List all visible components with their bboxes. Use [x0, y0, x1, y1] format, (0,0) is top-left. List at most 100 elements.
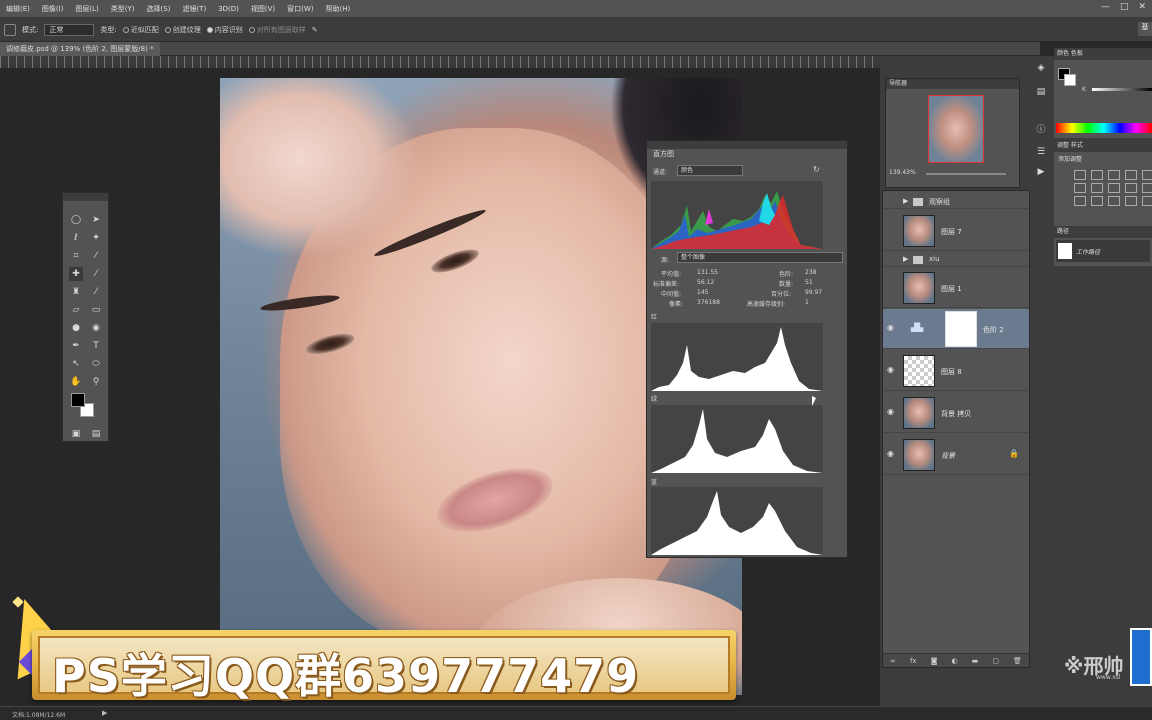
pen-icon[interactable]: ✒ [69, 339, 83, 353]
option-content-aware[interactable]: 内容识别 [206, 25, 243, 35]
close-icon[interactable]: ✕ [1138, 2, 1146, 12]
screen-mode-icon[interactable]: ▤ [89, 427, 103, 441]
curves-icon[interactable] [1108, 170, 1120, 180]
new-layer-icon[interactable]: ▢ [992, 657, 999, 665]
layer-row-selected[interactable]: ◉ ▟▙ 色阶 2 [883, 309, 1029, 349]
layer-row[interactable]: 图层 7 [883, 211, 1029, 251]
layer-row[interactable]: 图层 1 [883, 268, 1029, 308]
patch-icon[interactable]: ✚ [69, 267, 83, 281]
workspace-button[interactable]: 基 [1138, 22, 1152, 36]
mode-select[interactable]: 正常 [44, 23, 95, 36]
properties-toggle-icon[interactable]: ☰ [1035, 146, 1047, 158]
layer-group[interactable]: ▶ xiu [883, 253, 1029, 267]
histogram-tab[interactable]: 直方图 [649, 149, 689, 159]
source-select[interactable]: 整个图像 [677, 252, 843, 263]
menu-window[interactable]: 窗口(W) [281, 4, 319, 14]
color-balance-icon[interactable] [1091, 183, 1103, 193]
foreground-color-swatch[interactable] [71, 393, 85, 407]
fx-icon[interactable]: fx [910, 657, 917, 665]
blur-icon[interactable]: ● [69, 321, 83, 335]
chevron-right-icon[interactable]: ▶ [903, 255, 908, 263]
document-tab[interactable]: 调修磨皮.psd @ 139% (色阶 2, 图层蒙版/8) * [0, 42, 160, 56]
stamp-icon[interactable]: ♜ [69, 285, 83, 299]
posterize-icon[interactable] [1091, 196, 1103, 206]
layer-row[interactable]: ◉ 背景 🔒 [883, 435, 1029, 475]
maximize-icon[interactable]: □ [1120, 2, 1129, 12]
eye-icon[interactable]: ◉ [887, 323, 897, 333]
color-panel-tabs[interactable]: 颜色 色板 [1054, 48, 1152, 60]
magic-wand-icon[interactable]: ✦ [89, 231, 103, 245]
navigator-toggle-icon[interactable]: ◈ [1035, 62, 1047, 74]
history-brush-icon[interactable]: ⁄ [89, 285, 103, 299]
layer-mask-thumbnail[interactable] [945, 311, 977, 347]
new-group-icon[interactable]: ▬ [972, 657, 979, 665]
selective-color-icon[interactable] [1142, 196, 1152, 206]
shape-icon[interactable]: ⬭ [89, 357, 103, 371]
move-icon[interactable]: ➤ [89, 213, 103, 227]
eyedropper-icon[interactable]: ⁄ [89, 249, 103, 263]
menu-type[interactable]: 类型(Y) [105, 4, 141, 14]
brush-icon[interactable]: ⁄ [89, 267, 103, 281]
eye-icon[interactable]: ◉ [887, 365, 897, 375]
histogram-panel-header[interactable] [647, 141, 847, 149]
path-select-icon[interactable]: ↖ [69, 357, 83, 371]
menu-filter[interactable]: 滤镜(T) [176, 4, 212, 14]
levels-icon[interactable] [1091, 170, 1103, 180]
zoom-icon[interactable]: ⚲ [89, 375, 103, 389]
tool-preset-icon[interactable] [4, 23, 16, 36]
threshold-icon[interactable] [1108, 196, 1120, 206]
navigator-thumbnail[interactable] [928, 95, 984, 163]
navigator-zoom[interactable]: 139.43% [889, 169, 916, 176]
gradient-map-icon[interactable] [1125, 196, 1137, 206]
menu-help[interactable]: 帮助(H) [320, 4, 357, 14]
option-sample-all-layers[interactable]: 对所有图层取样 [248, 25, 306, 35]
menu-view[interactable]: 视图(V) [245, 4, 281, 14]
option-texture[interactable]: 创建纹理 [164, 25, 201, 35]
invert-icon[interactable] [1074, 196, 1086, 206]
add-mask-icon[interactable]: ◙ [931, 657, 938, 665]
menu-layer[interactable]: 图层(L) [69, 4, 104, 14]
vibrance-icon[interactable] [1142, 170, 1152, 180]
k-slider[interactable] [1092, 88, 1152, 91]
navigator-tab[interactable]: 导航器 [886, 79, 1019, 89]
brightness-icon[interactable] [1074, 170, 1086, 180]
adjustments-tabs[interactable]: 调整 样式 [1054, 140, 1152, 152]
channel-mixer-icon[interactable] [1142, 183, 1152, 193]
actions-toggle-icon[interactable]: ▶ [1035, 166, 1047, 178]
adjustment-layer-icon[interactable]: ◐ [951, 657, 957, 665]
layer-row[interactable]: ◉ 背景 拷贝 [883, 393, 1029, 433]
info-toggle-icon[interactable]: ⓘ [1035, 124, 1047, 136]
marquee-icon[interactable]: ◯ [69, 213, 83, 227]
color-background-swatch[interactable] [1064, 74, 1076, 86]
eye-icon[interactable]: ◉ [887, 449, 897, 459]
histogram-toggle-icon[interactable]: ▤ [1035, 86, 1047, 98]
crop-icon[interactable]: ⌗ [69, 249, 83, 263]
layer-group[interactable]: ▶ 观察组 [883, 195, 1029, 209]
dodge-icon[interactable]: ◉ [89, 321, 103, 335]
black-white-icon[interactable] [1108, 183, 1120, 193]
menu-3d[interactable]: 3D(D) [212, 5, 245, 13]
channel-select[interactable]: 颜色 [677, 165, 743, 176]
link-icon[interactable]: ∞ [890, 657, 896, 665]
chevron-right-icon[interactable]: ▶ [903, 197, 908, 205]
pressure-icon[interactable]: ✎ [312, 26, 318, 34]
status-menu-icon[interactable]: ▶ [102, 709, 107, 717]
minimize-icon[interactable]: — [1101, 2, 1110, 12]
refresh-icon[interactable]: ↻ [813, 165, 820, 174]
app-shortcut-icon[interactable] [1130, 628, 1152, 686]
quick-mask-icon[interactable]: ▣ [69, 427, 83, 441]
menu-select[interactable]: 选择(S) [141, 4, 177, 14]
menu-image[interactable]: 图像(I) [36, 4, 70, 14]
color-spectrum[interactable] [1056, 123, 1152, 133]
gradient-icon[interactable]: ▭ [89, 303, 103, 317]
eraser-icon[interactable]: ▱ [69, 303, 83, 317]
text-icon[interactable]: T [89, 339, 103, 353]
navigator-zoom-slider[interactable] [926, 173, 1006, 175]
toolbox-header[interactable] [63, 193, 108, 201]
lasso-icon[interactable]: ℓ [69, 231, 83, 245]
eye-icon[interactable]: ◉ [887, 407, 897, 417]
paths-tab[interactable]: 路径 [1054, 226, 1152, 238]
hand-icon[interactable]: ✋ [69, 375, 83, 389]
layer-row[interactable]: ◉ 图层 8 [883, 351, 1029, 391]
option-proximity[interactable]: 近似匹配 [122, 25, 159, 35]
